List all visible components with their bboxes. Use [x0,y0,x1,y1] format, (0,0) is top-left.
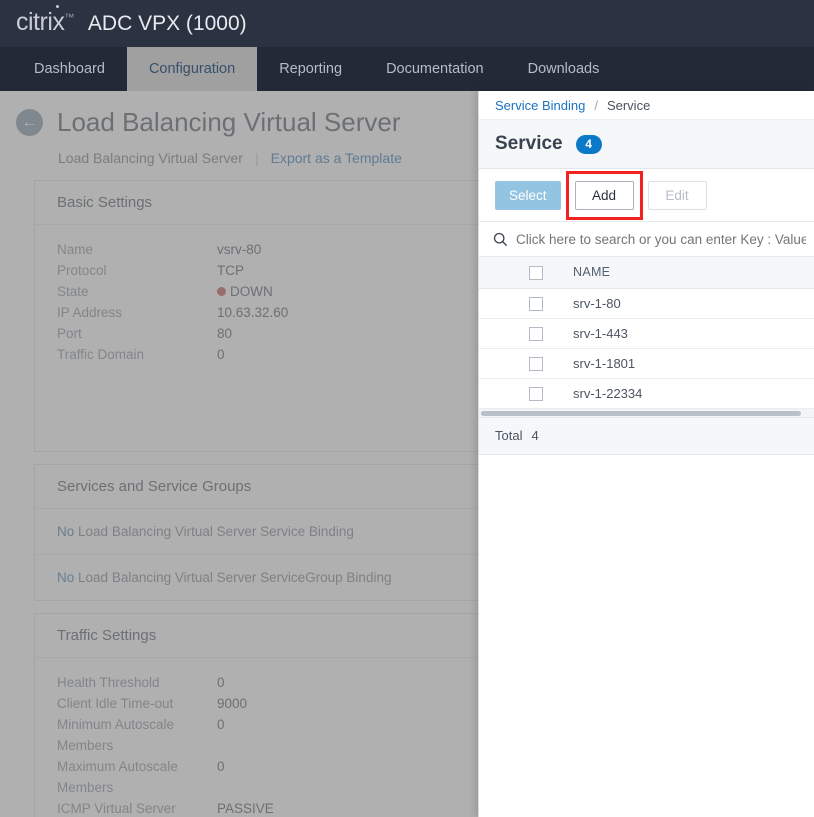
brand-bar: citrix™ ADC VPX (1000) [0,0,814,47]
table-header: NAME [479,257,814,288]
page-title: Load Balancing Virtual Server [57,107,401,138]
citrix-logo-text: citrix [16,8,64,36]
binding-prefix: No [57,570,74,585]
breadcrumb-current: Load Balancing Virtual Server [58,150,243,166]
field-label: Client Idle Time-out [57,693,217,714]
search-input[interactable] [516,232,806,247]
breadcrumb-divider: | [255,150,259,166]
add-button-highlight: Add [575,181,634,210]
row-checkbox-cell [479,318,573,348]
service-count-badge: 4 [576,135,602,154]
breadcrumb-service-binding-link[interactable]: Service Binding [495,98,585,113]
nav-tab-downloads[interactable]: Downloads [506,47,622,91]
field-value: 0 [217,756,225,798]
total-value: 4 [531,428,538,443]
binding-text: Load Balancing Virtual Server ServiceGro… [78,570,391,585]
row-checkbox-cell [479,348,573,378]
table-row[interactable]: srv-1-80 [479,288,814,318]
field-label: Health Threshold [57,672,217,693]
field-value: 9000 [217,693,247,714]
panel-title: Service [495,133,563,155]
cell-name: srv-1-22334 [573,378,814,408]
binding-prefix: No [57,524,74,539]
row-checkbox[interactable] [529,327,543,341]
add-button[interactable]: Add [575,181,634,210]
row-checkbox[interactable] [529,357,543,371]
field-label: Minimum Autoscale Members [57,714,217,756]
edit-button[interactable]: Edit [648,181,707,210]
arrow-left-icon[interactable]: ← [16,109,43,136]
field-label: Port [57,323,217,344]
select-all-header-cell [479,257,573,288]
field-label: IP Address [57,302,217,323]
status-badge: DOWN [217,281,273,302]
field-value: TCP [217,260,244,281]
row-checkbox-cell [479,288,573,318]
service-slideout-panel: Service Binding / Service Service 4 Sele… [478,91,814,817]
field-value: 0 [217,714,225,756]
field-value: DOWN [230,284,273,299]
scrollbar-thumb[interactable] [481,411,801,416]
row-checkbox[interactable] [529,387,543,401]
binding-text: Load Balancing Virtual Server Service Bi… [78,524,354,539]
main-nav: Dashboard Configuration Reporting Docume… [0,47,814,91]
field-value: vsrv-80 [217,239,261,260]
field-label: ICMP Virtual Server Response [57,798,217,817]
field-label: State [57,281,217,302]
field-label: Maximum Autoscale Members [57,756,217,798]
field-value: 0 [217,672,225,693]
status-dot-icon [217,287,226,296]
export-as-template-link[interactable]: Export as a Template [271,150,402,166]
field-label: Traffic Domain [57,344,217,365]
select-button[interactable]: Select [495,181,561,210]
table-header-row: NAME [479,257,814,288]
table-body: srv-1-80 srv-1-443 srv-1-1801 srv-1-2233… [479,288,814,408]
trademark-mark: ™ [64,13,74,24]
table-row[interactable]: srv-1-443 [479,318,814,348]
search-icon [493,232,508,247]
row-checkbox[interactable] [529,297,543,311]
panel-header: Service 4 [479,120,814,169]
field-value: PASSIVE [217,798,274,817]
column-header-name[interactable]: NAME [573,257,814,288]
panel-breadcrumb: Service Binding / Service [479,91,814,120]
app-name-label: ADC VPX (1000) [88,12,247,36]
field-value: 80 [217,323,232,344]
total-label: Total [495,428,522,443]
nav-tab-documentation[interactable]: Documentation [364,47,506,91]
table-footer-total: Total 4 [479,418,814,455]
field-value: 10.63.32.60 [217,302,288,323]
app-root: citrix™ ADC VPX (1000) Dashboard Configu… [0,0,814,817]
field-label: Protocol [57,260,217,281]
breadcrumb-separator: / [594,98,598,113]
field-value: 0 [217,344,225,365]
service-table: NAME srv-1-80 srv-1-443 srv-1-1801 [479,257,814,409]
nav-tab-configuration[interactable]: Configuration [127,47,257,91]
breadcrumb-current: Service [607,98,650,113]
nav-tab-dashboard[interactable]: Dashboard [12,47,127,91]
select-all-checkbox[interactable] [529,266,543,280]
citrix-logo: citrix™ [16,8,74,37]
table-row[interactable]: srv-1-22334 [479,378,814,408]
cell-name: srv-1-80 [573,288,814,318]
horizontal-scrollbar[interactable] [479,409,814,418]
nav-tab-reporting[interactable]: Reporting [257,47,364,91]
cell-name: srv-1-443 [573,318,814,348]
field-label: Name [57,239,217,260]
panel-toolbar: Select Add Edit [479,169,814,222]
table-row[interactable]: srv-1-1801 [479,348,814,378]
row-checkbox-cell [479,378,573,408]
search-bar[interactable] [479,222,814,257]
cell-name: srv-1-1801 [573,348,814,378]
